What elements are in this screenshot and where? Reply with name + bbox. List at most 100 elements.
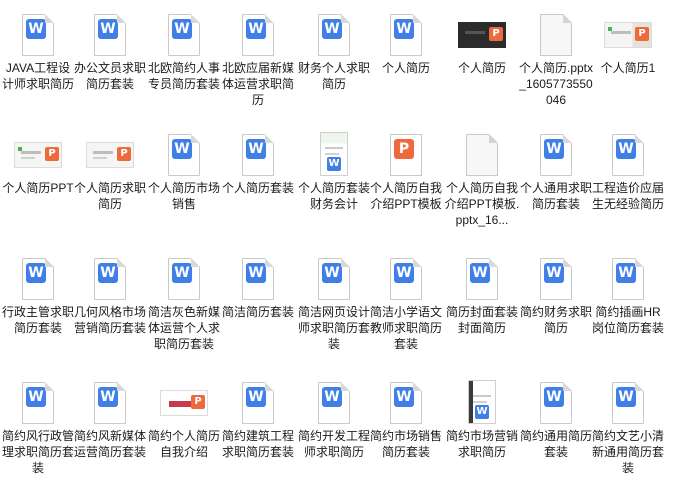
word-doc-icon: W <box>14 256 62 304</box>
file-name-label: 财务个人求职简历 <box>297 61 370 91</box>
file-name-label: 简约插画HR岗位简历套装 <box>591 305 664 335</box>
file-name-label: 个人简历 <box>381 61 430 75</box>
file-item[interactable]: W 简约风新媒体运营简历套装 <box>72 372 148 492</box>
file-item[interactable]: 个人简历自我介绍PPT模板.pptx_16... <box>444 124 520 244</box>
file-name-label: 个人简历套装财务会计 <box>297 181 370 211</box>
file-name-label: 简约文艺小清新通用简历套装 <box>591 429 664 475</box>
file-item[interactable]: P 个人简历自我介绍PPT模板 <box>368 124 444 244</box>
file-item[interactable]: W 个人简历套装财务会计 <box>296 124 372 244</box>
word-doc-icon: W <box>86 12 134 60</box>
file-item[interactable]: W 简历封面套装封面简历 <box>444 248 520 368</box>
file-item[interactable]: W JAVA工程设计师求职简历 <box>0 4 76 124</box>
file-name-label: 简约通用简历套装 <box>519 429 592 459</box>
file-name-label: 行政主管求职简历套装 <box>1 305 74 335</box>
file-item[interactable]: P 个人简历PPT <box>0 124 76 244</box>
file-item[interactable]: W 简洁灰色新媒体运营个人求职简历套装 <box>146 248 222 368</box>
word-doc-icon: W <box>160 12 208 60</box>
file-name-label: 北欧简约人事专员简历套装 <box>147 61 220 91</box>
word-thumbnail-green-icon: W <box>310 132 358 180</box>
word-doc-icon: W <box>234 256 282 304</box>
file-name-label: 简洁简历套装 <box>221 305 294 319</box>
file-name-label: 简约开发工程师求职简历 <box>297 429 370 459</box>
file-item[interactable]: W 简约通用简历套装 <box>518 372 594 492</box>
word-doc-icon: W <box>532 256 580 304</box>
file-name-label: 北欧应届新媒体运营求职简历 <box>221 61 294 107</box>
word-doc-icon: W <box>310 380 358 428</box>
word-doc-icon: W <box>234 380 282 428</box>
file-item[interactable]: P 个人简历求职简历 <box>72 124 148 244</box>
word-doc-icon: W <box>382 380 430 428</box>
file-item[interactable]: W 个人通用求职简历套装 <box>518 124 594 244</box>
file-name-label: 个人简历市场销售 <box>147 181 220 211</box>
file-name-label: 简洁网页设计师求职简历套装 <box>297 305 370 351</box>
word-doc-icon: W <box>86 380 134 428</box>
file-item[interactable]: W 简约市场销售简历套装 <box>368 372 444 492</box>
ppt-thumbnail-green-icon: P <box>14 132 62 180</box>
file-item[interactable]: P 个人简历1 <box>590 4 666 124</box>
file-name-label: 简约个人简历自我介绍 <box>147 429 220 459</box>
file-item[interactable]: P 个人简历 <box>444 4 520 124</box>
file-item[interactable]: W 简约建筑工程求职简历套装 <box>220 372 296 492</box>
file-name-label: 简约市场营销求职简历 <box>445 429 518 459</box>
file-item[interactable]: W 个人简历市场销售 <box>146 124 222 244</box>
file-name-label: 简约建筑工程求职简历套装 <box>221 429 294 459</box>
word-doc-icon: W <box>160 132 208 180</box>
word-thumbnail-dark-icon: W <box>458 380 506 428</box>
word-doc-icon: W <box>310 12 358 60</box>
file-name-label: 工程造价应届生无经验简历 <box>591 181 664 211</box>
word-doc-icon: W <box>234 12 282 60</box>
file-name-label: 简约市场销售简历套装 <box>369 429 442 459</box>
file-item[interactable]: W 北欧应届新媒体运营求职简历 <box>220 4 296 124</box>
file-item[interactable]: W 简洁小学语文教师求职简历套装 <box>368 248 444 368</box>
file-item[interactable]: W 个人简历 <box>368 4 444 124</box>
file-item[interactable]: W 几何风格市场营销简历套装 <box>72 248 148 368</box>
ppt-thumbnail-photo-icon: P <box>604 12 652 60</box>
file-item[interactable]: W 北欧简约人事专员简历套装 <box>146 4 222 124</box>
file-name-label: 个人简历1 <box>600 61 656 75</box>
file-name-label: 简洁小学语文教师求职简历套装 <box>369 305 442 351</box>
file-item[interactable]: P 简约个人简历自我介绍 <box>146 372 222 492</box>
file-name-label: 个人通用求职简历套装 <box>519 181 592 211</box>
word-doc-icon: W <box>160 256 208 304</box>
word-doc-icon: W <box>14 380 62 428</box>
blank-file-icon <box>532 12 580 60</box>
file-item[interactable]: 个人简历.pptx_1605773550046 <box>518 4 594 124</box>
file-grid: W JAVA工程设计师求职简历 W 办公文员求职简历套装 W 北欧简约人事专员简历套装 W 北… <box>0 0 690 480</box>
word-doc-icon: W <box>234 132 282 180</box>
word-doc-icon: W <box>14 12 62 60</box>
file-item[interactable]: W 简约财务求职简历 <box>518 248 594 368</box>
file-name-label: 个人简历自我介绍PPT模板.pptx_16... <box>444 181 520 227</box>
file-item[interactable]: W 个人简历套装 <box>220 124 296 244</box>
file-item[interactable]: W 简洁简历套装 <box>220 248 296 368</box>
file-item[interactable]: W 办公文员求职简历套装 <box>72 4 148 124</box>
file-name-label: 简历封面套装封面简历 <box>445 305 518 335</box>
ppt-thumbnail-light-icon: P <box>86 132 134 180</box>
file-item[interactable]: W 简洁网页设计师求职简历套装 <box>296 248 372 368</box>
file-item[interactable]: W 财务个人求职简历 <box>296 4 372 124</box>
file-name-label: 个人简历求职简历 <box>73 181 146 211</box>
word-doc-icon: W <box>382 12 430 60</box>
word-doc-icon: W <box>604 132 652 180</box>
word-doc-icon: W <box>532 380 580 428</box>
file-item[interactable]: W 简约市场营销求职简历 <box>444 372 520 492</box>
file-item[interactable]: W 简约开发工程师求职简历 <box>296 372 372 492</box>
file-name-label: 简约风新媒体运营简历套装 <box>73 429 146 459</box>
word-doc-icon: W <box>532 132 580 180</box>
word-doc-icon: W <box>86 256 134 304</box>
file-name-label: JAVA工程设计师求职简历 <box>1 61 74 91</box>
ppt-thumbnail-dark-icon: P <box>458 12 506 60</box>
ppt-doc-icon: P <box>382 132 430 180</box>
file-item[interactable]: W 简约插画HR岗位简历套装 <box>590 248 666 368</box>
file-item[interactable]: W 简约风行政管理求职简历套装 <box>0 372 76 492</box>
file-name-label: 个人简历 <box>457 61 506 75</box>
ppt-thumbnail-pink-icon: P <box>160 380 208 428</box>
file-item[interactable]: W 简约文艺小清新通用简历套装 <box>590 372 666 492</box>
file-item[interactable]: W 行政主管求职简历套装 <box>0 248 76 368</box>
blank-file-icon <box>458 132 506 180</box>
file-name-label: 个人简历自我介绍PPT模板 <box>369 181 442 211</box>
file-item[interactable]: W 工程造价应届生无经验简历 <box>590 124 666 244</box>
word-doc-icon: W <box>382 256 430 304</box>
word-doc-icon: W <box>310 256 358 304</box>
file-name-label: 办公文员求职简历套装 <box>73 61 146 91</box>
word-doc-icon: W <box>458 256 506 304</box>
